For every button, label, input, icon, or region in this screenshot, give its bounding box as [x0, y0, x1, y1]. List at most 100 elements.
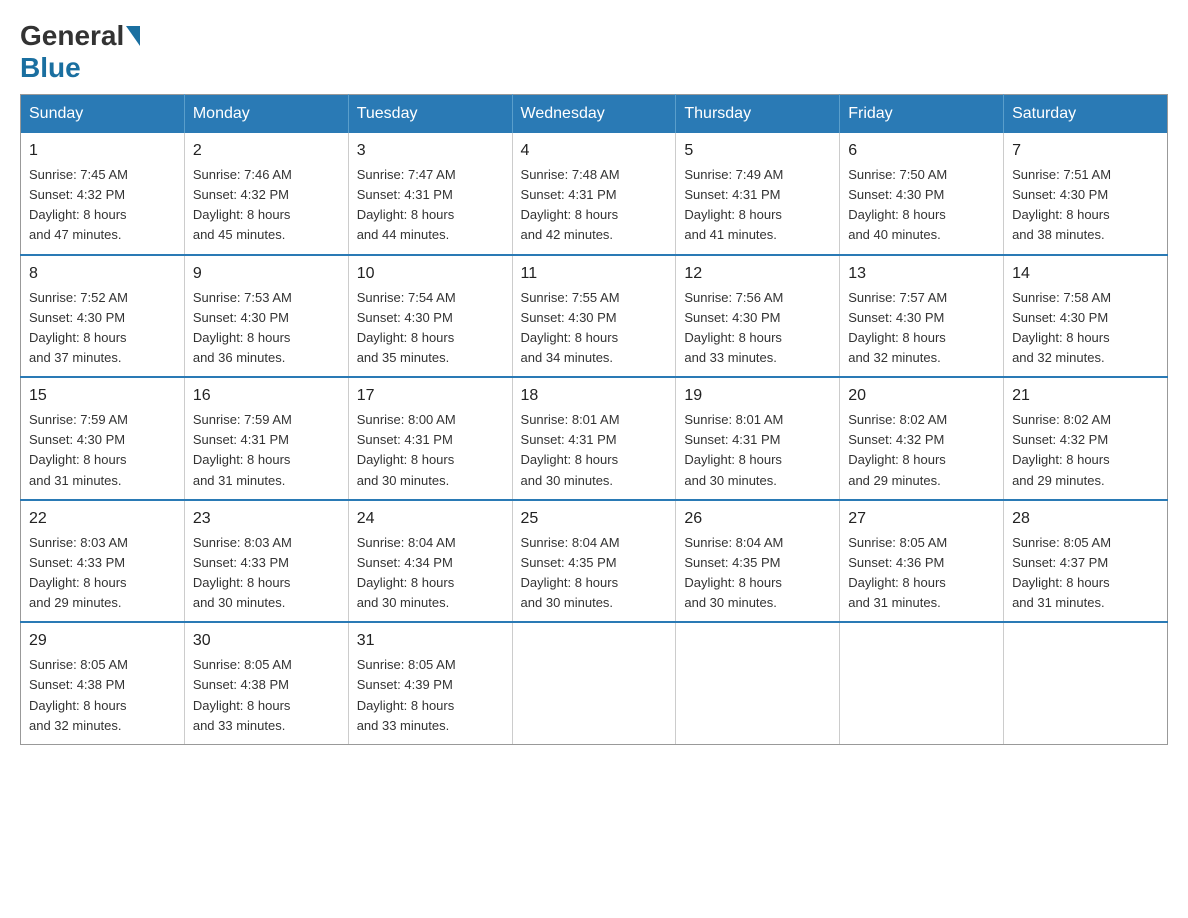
- calendar-week-row: 1 Sunrise: 7:45 AMSunset: 4:32 PMDayligh…: [21, 133, 1168, 255]
- day-info: Sunrise: 8:01 AMSunset: 4:31 PMDaylight:…: [684, 412, 783, 487]
- day-info: Sunrise: 7:54 AMSunset: 4:30 PMDaylight:…: [357, 290, 456, 365]
- calendar-day-cell: 2 Sunrise: 7:46 AMSunset: 4:32 PMDayligh…: [184, 133, 348, 255]
- day-info: Sunrise: 8:05 AMSunset: 4:36 PMDaylight:…: [848, 535, 947, 610]
- day-info: Sunrise: 8:05 AMSunset: 4:37 PMDaylight:…: [1012, 535, 1111, 610]
- day-info: Sunrise: 8:05 AMSunset: 4:38 PMDaylight:…: [193, 657, 292, 732]
- day-info: Sunrise: 7:59 AMSunset: 4:30 PMDaylight:…: [29, 412, 128, 487]
- day-info: Sunrise: 7:50 AMSunset: 4:30 PMDaylight:…: [848, 167, 947, 242]
- day-number: 26: [684, 507, 831, 531]
- day-info: Sunrise: 7:56 AMSunset: 4:30 PMDaylight:…: [684, 290, 783, 365]
- day-info: Sunrise: 8:02 AMSunset: 4:32 PMDaylight:…: [1012, 412, 1111, 487]
- calendar-day-cell: 14 Sunrise: 7:58 AMSunset: 4:30 PMDaylig…: [1004, 255, 1168, 378]
- day-info: Sunrise: 8:01 AMSunset: 4:31 PMDaylight:…: [521, 412, 620, 487]
- calendar-day-cell: 19 Sunrise: 8:01 AMSunset: 4:31 PMDaylig…: [676, 377, 840, 500]
- calendar-day-cell: 13 Sunrise: 7:57 AMSunset: 4:30 PMDaylig…: [840, 255, 1004, 378]
- day-number: 7: [1012, 139, 1159, 163]
- day-number: 3: [357, 139, 504, 163]
- logo-blue-text: Blue: [20, 52, 81, 83]
- day-number: 16: [193, 384, 340, 408]
- day-info: Sunrise: 7:47 AMSunset: 4:31 PMDaylight:…: [357, 167, 456, 242]
- calendar-week-row: 15 Sunrise: 7:59 AMSunset: 4:30 PMDaylig…: [21, 377, 1168, 500]
- calendar-day-cell: 22 Sunrise: 8:03 AMSunset: 4:33 PMDaylig…: [21, 500, 185, 623]
- weekday-header-thursday: Thursday: [676, 95, 840, 134]
- calendar-day-cell: 15 Sunrise: 7:59 AMSunset: 4:30 PMDaylig…: [21, 377, 185, 500]
- calendar-day-cell: 24 Sunrise: 8:04 AMSunset: 4:34 PMDaylig…: [348, 500, 512, 623]
- day-number: 28: [1012, 507, 1159, 531]
- weekday-header-monday: Monday: [184, 95, 348, 134]
- calendar-day-cell: 7 Sunrise: 7:51 AMSunset: 4:30 PMDayligh…: [1004, 133, 1168, 255]
- calendar-day-cell: [512, 622, 676, 744]
- day-number: 5: [684, 139, 831, 163]
- day-number: 31: [357, 629, 504, 653]
- day-number: 17: [357, 384, 504, 408]
- calendar-day-cell: 3 Sunrise: 7:47 AMSunset: 4:31 PMDayligh…: [348, 133, 512, 255]
- day-info: Sunrise: 7:46 AMSunset: 4:32 PMDaylight:…: [193, 167, 292, 242]
- day-number: 18: [521, 384, 668, 408]
- calendar-day-cell: 31 Sunrise: 8:05 AMSunset: 4:39 PMDaylig…: [348, 622, 512, 744]
- calendar-day-cell: 4 Sunrise: 7:48 AMSunset: 4:31 PMDayligh…: [512, 133, 676, 255]
- day-info: Sunrise: 7:51 AMSunset: 4:30 PMDaylight:…: [1012, 167, 1111, 242]
- calendar-day-cell: 5 Sunrise: 7:49 AMSunset: 4:31 PMDayligh…: [676, 133, 840, 255]
- day-info: Sunrise: 7:57 AMSunset: 4:30 PMDaylight:…: [848, 290, 947, 365]
- day-number: 23: [193, 507, 340, 531]
- day-number: 4: [521, 139, 668, 163]
- day-info: Sunrise: 8:00 AMSunset: 4:31 PMDaylight:…: [357, 412, 456, 487]
- day-info: Sunrise: 8:04 AMSunset: 4:34 PMDaylight:…: [357, 535, 456, 610]
- calendar-day-cell: 6 Sunrise: 7:50 AMSunset: 4:30 PMDayligh…: [840, 133, 1004, 255]
- page-header: General Blue: [20, 20, 1168, 84]
- day-number: 27: [848, 507, 995, 531]
- day-info: Sunrise: 8:05 AMSunset: 4:39 PMDaylight:…: [357, 657, 456, 732]
- calendar-day-cell: [1004, 622, 1168, 744]
- day-number: 11: [521, 262, 668, 286]
- logo-general-text: General: [20, 20, 124, 52]
- calendar-day-cell: 9 Sunrise: 7:53 AMSunset: 4:30 PMDayligh…: [184, 255, 348, 378]
- calendar-day-cell: 23 Sunrise: 8:03 AMSunset: 4:33 PMDaylig…: [184, 500, 348, 623]
- calendar-day-cell: 26 Sunrise: 8:04 AMSunset: 4:35 PMDaylig…: [676, 500, 840, 623]
- calendar-day-cell: 18 Sunrise: 8:01 AMSunset: 4:31 PMDaylig…: [512, 377, 676, 500]
- day-info: Sunrise: 7:49 AMSunset: 4:31 PMDaylight:…: [684, 167, 783, 242]
- day-number: 22: [29, 507, 176, 531]
- day-info: Sunrise: 7:45 AMSunset: 4:32 PMDaylight:…: [29, 167, 128, 242]
- calendar-day-cell: 8 Sunrise: 7:52 AMSunset: 4:30 PMDayligh…: [21, 255, 185, 378]
- day-number: 21: [1012, 384, 1159, 408]
- day-number: 19: [684, 384, 831, 408]
- day-info: Sunrise: 8:04 AMSunset: 4:35 PMDaylight:…: [521, 535, 620, 610]
- calendar-day-cell: 25 Sunrise: 8:04 AMSunset: 4:35 PMDaylig…: [512, 500, 676, 623]
- day-info: Sunrise: 7:53 AMSunset: 4:30 PMDaylight:…: [193, 290, 292, 365]
- calendar-day-cell: 20 Sunrise: 8:02 AMSunset: 4:32 PMDaylig…: [840, 377, 1004, 500]
- day-number: 6: [848, 139, 995, 163]
- calendar-table: SundayMondayTuesdayWednesdayThursdayFrid…: [20, 94, 1168, 745]
- day-number: 24: [357, 507, 504, 531]
- calendar-day-cell: 12 Sunrise: 7:56 AMSunset: 4:30 PMDaylig…: [676, 255, 840, 378]
- day-number: 20: [848, 384, 995, 408]
- day-number: 2: [193, 139, 340, 163]
- calendar-day-cell: [676, 622, 840, 744]
- logo: General Blue: [20, 20, 142, 84]
- weekday-header-friday: Friday: [840, 95, 1004, 134]
- day-info: Sunrise: 7:55 AMSunset: 4:30 PMDaylight:…: [521, 290, 620, 365]
- logo-triangle-icon: [126, 26, 140, 46]
- day-info: Sunrise: 7:52 AMSunset: 4:30 PMDaylight:…: [29, 290, 128, 365]
- day-info: Sunrise: 8:03 AMSunset: 4:33 PMDaylight:…: [29, 535, 128, 610]
- day-info: Sunrise: 7:59 AMSunset: 4:31 PMDaylight:…: [193, 412, 292, 487]
- calendar-week-row: 8 Sunrise: 7:52 AMSunset: 4:30 PMDayligh…: [21, 255, 1168, 378]
- day-info: Sunrise: 8:02 AMSunset: 4:32 PMDaylight:…: [848, 412, 947, 487]
- day-number: 29: [29, 629, 176, 653]
- weekday-header-wednesday: Wednesday: [512, 95, 676, 134]
- day-number: 8: [29, 262, 176, 286]
- day-number: 12: [684, 262, 831, 286]
- day-info: Sunrise: 7:48 AMSunset: 4:31 PMDaylight:…: [521, 167, 620, 242]
- calendar-day-cell: 10 Sunrise: 7:54 AMSunset: 4:30 PMDaylig…: [348, 255, 512, 378]
- day-number: 9: [193, 262, 340, 286]
- calendar-day-cell: 29 Sunrise: 8:05 AMSunset: 4:38 PMDaylig…: [21, 622, 185, 744]
- day-info: Sunrise: 8:04 AMSunset: 4:35 PMDaylight:…: [684, 535, 783, 610]
- calendar-header-row: SundayMondayTuesdayWednesdayThursdayFrid…: [21, 95, 1168, 134]
- calendar-day-cell: 16 Sunrise: 7:59 AMSunset: 4:31 PMDaylig…: [184, 377, 348, 500]
- calendar-day-cell: [840, 622, 1004, 744]
- day-info: Sunrise: 8:05 AMSunset: 4:38 PMDaylight:…: [29, 657, 128, 732]
- calendar-day-cell: 17 Sunrise: 8:00 AMSunset: 4:31 PMDaylig…: [348, 377, 512, 500]
- calendar-day-cell: 1 Sunrise: 7:45 AMSunset: 4:32 PMDayligh…: [21, 133, 185, 255]
- calendar-week-row: 29 Sunrise: 8:05 AMSunset: 4:38 PMDaylig…: [21, 622, 1168, 744]
- day-info: Sunrise: 8:03 AMSunset: 4:33 PMDaylight:…: [193, 535, 292, 610]
- calendar-body: 1 Sunrise: 7:45 AMSunset: 4:32 PMDayligh…: [21, 133, 1168, 744]
